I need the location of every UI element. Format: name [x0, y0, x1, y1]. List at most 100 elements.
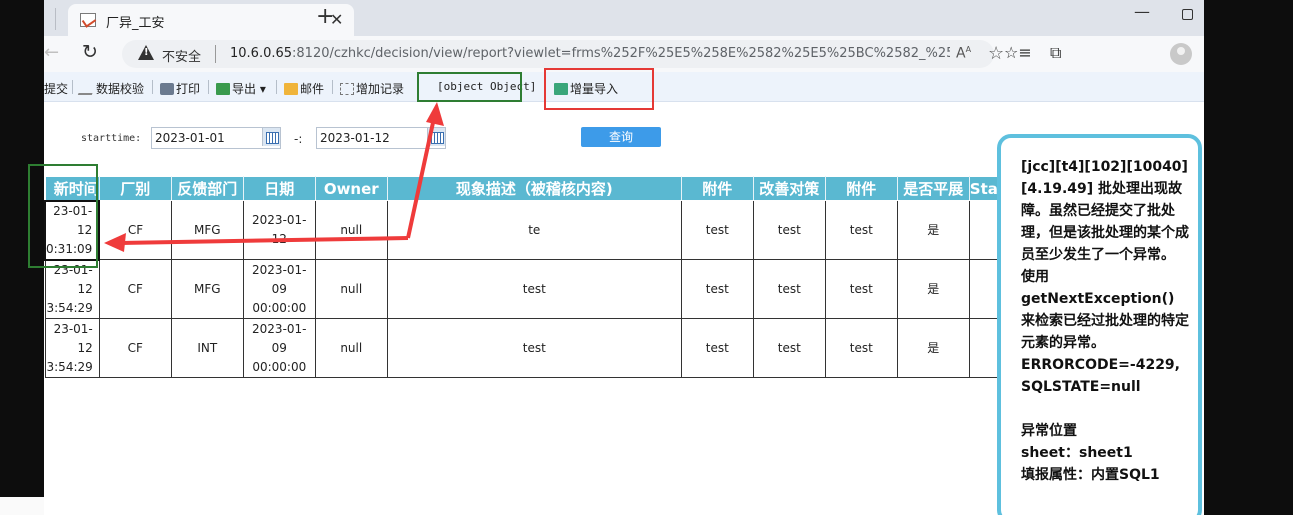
add-record-icon [340, 83, 354, 95]
back-arrow-icon[interactable]: ← [44, 42, 59, 63]
submit-label: 提交 [44, 82, 69, 96]
flattened-cell[interactable]: 是 [896, 318, 970, 378]
mail-label: 邮件 [300, 82, 325, 96]
attachment-cell[interactable]: test [824, 200, 898, 260]
dept-cell[interactable]: MFG [170, 200, 244, 260]
improvement-cell[interactable]: test [752, 200, 826, 260]
security-status-text[interactable]: 不安全 [162, 46, 201, 65]
query-button[interactable]: 查询 [581, 127, 661, 147]
submit-button[interactable]: 提交 [44, 80, 68, 97]
factory-cell[interactable]: CF [98, 200, 172, 260]
new-tab-button[interactable]: + [316, 4, 334, 29]
column-header: 附件 [824, 176, 898, 201]
table-row: 23-01- 12 3:54:29 CF INT 2023-01- 09 00:00:0… [44, 318, 1006, 378]
favorites-icon[interactable]: ☆≡ [1004, 43, 1032, 62]
export-icon [216, 83, 230, 95]
column-header: 是否平展 [896, 176, 970, 201]
cell-line: 00:00:00 [252, 359, 307, 374]
date-cell[interactable]: 2023-01- 12 [242, 200, 316, 260]
attachment-cell[interactable]: test [680, 259, 754, 319]
print-label: 打印 [176, 82, 201, 96]
maximize-window-icon[interactable] [1182, 9, 1193, 20]
dept-cell[interactable]: MFG [170, 259, 244, 319]
improvement-cell[interactable]: test [752, 318, 826, 378]
attachment-cell[interactable]: test [824, 318, 898, 378]
cell-line: 2023-01- [252, 321, 307, 336]
owner-cell[interactable]: null [314, 200, 388, 260]
owner-cell[interactable]: null [314, 318, 388, 378]
left-window-edge [0, 497, 44, 515]
error-message: [jcc][t4][102][10040][4.19.49] 批处理出现故障。虽… [1021, 156, 1191, 486]
table-row: 23-01- 12 0:31:09 CF MFG 2023-01- 12 null t… [43, 199, 1006, 261]
description-cell[interactable]: test [386, 318, 682, 378]
report-favicon-icon [80, 13, 96, 27]
annotation-red-box [544, 68, 654, 110]
date-cell[interactable]: 2023-01- 09 00:00:00 [242, 259, 316, 319]
toolbar-divider [276, 80, 277, 94]
add-record-button[interactable]: 增加记录 [340, 80, 404, 97]
cell-line: 2023-01- [252, 213, 307, 227]
column-header: 厂别 [98, 176, 172, 201]
screenshot-root: 厂异_工安 ✕ + — ← ↻ 不安全 10.6.0.65:8120/czhkc… [0, 0, 1293, 515]
cell-line: 09 [271, 281, 287, 296]
mail-icon [284, 83, 298, 95]
previous-tab-edge[interactable] [44, 8, 56, 30]
report-table: 新时间 厂别 反馈部门 日期 Owner 现象描述（被稽核内容) 附件 改善对策… [43, 176, 1006, 378]
column-header: 改善对策 [752, 176, 826, 201]
owner-cell[interactable]: null [314, 259, 388, 319]
improvement-cell[interactable]: test [752, 259, 826, 319]
description-cell[interactable]: te [386, 200, 682, 260]
error-line: [jcc][t4][102][10040][4.19.49] 批处理出现故障。虽… [1021, 159, 1189, 263]
printer-icon [160, 83, 174, 95]
dept-cell[interactable]: INT [170, 318, 244, 378]
browser-tab-bar: 厂异_工安 ✕ + — [44, 0, 1204, 36]
update-time-cell[interactable]: 23-01- 12 3:54:29 [44, 259, 100, 319]
data-validate-button[interactable]: 数据校验 [77, 80, 145, 97]
export-label: 导出 [232, 82, 257, 96]
cell-line: 12 [77, 340, 93, 355]
refresh-icon[interactable]: ↻ [82, 41, 98, 63]
add-favorite-icon[interactable]: ☆ [988, 43, 1004, 64]
address-bar[interactable]: 不安全 10.6.0.65:8120/czhkc/decision/view/r… [122, 40, 1004, 68]
error-line: 使用 [1021, 269, 1049, 285]
minimize-window-icon[interactable]: — [1134, 2, 1150, 21]
collections-icon[interactable]: ⧉ [1050, 43, 1061, 63]
export-button[interactable]: 导出 ▾ [216, 80, 266, 97]
cell-line: 3:54:29 [46, 300, 93, 315]
chevron-down-icon: ▾ [259, 82, 266, 96]
mail-button[interactable]: 邮件 [284, 80, 324, 97]
data-validate-label: 数据校验 [96, 82, 145, 96]
attachment-cell[interactable]: test [680, 318, 754, 378]
description-cell[interactable]: test [386, 259, 682, 319]
address-divider [215, 45, 216, 63]
date-cell[interactable]: 2023-01- 09 00:00:00 [242, 318, 316, 378]
calendar-icon[interactable] [262, 128, 280, 146]
browser-navigation-bar: ← ↻ 不安全 10.6.0.65:8120/czhkc/decision/vi… [44, 36, 1204, 72]
cell-line: 3:54:29 [46, 359, 93, 374]
attachment-cell[interactable]: test [680, 200, 754, 260]
profile-avatar[interactable] [1170, 43, 1192, 65]
cell-line: 00:00:00 [252, 300, 307, 315]
column-header: 附件 [680, 176, 754, 201]
error-line [1021, 398, 1191, 420]
table-header-row: 新时间 厂别 反馈部门 日期 Owner 现象描述（被稽核内容) 附件 改善对策… [44, 176, 1006, 201]
error-line: 异常位置 [1021, 423, 1077, 439]
toolbar-divider [72, 80, 73, 94]
flattened-cell[interactable]: 是 [896, 200, 970, 260]
flattened-cell[interactable]: 是 [896, 259, 970, 319]
print-button[interactable]: 打印 [160, 80, 200, 97]
range-separator: -: [294, 132, 303, 146]
update-time-cell[interactable]: 23-01- 12 3:54:29 [44, 318, 100, 378]
address-url[interactable]: 10.6.0.65:8120/czhkc/decision/view/repor… [230, 46, 950, 61]
attachment-cell[interactable]: test [824, 259, 898, 319]
annotation-green-box [417, 72, 522, 102]
factory-cell[interactable]: CF [98, 259, 172, 319]
read-aloud-icon[interactable]: AA [956, 45, 971, 62]
error-line: ERRORCODE=-4229, [1021, 357, 1180, 373]
toolbar-divider [152, 80, 153, 94]
browser-tab-active[interactable]: 厂异_工安 ✕ [68, 4, 354, 36]
factory-cell[interactable]: CF [98, 318, 172, 378]
starttime-label: starttime: [81, 133, 142, 144]
error-line: getNextException() [1021, 291, 1175, 307]
calendar-icon[interactable] [427, 128, 445, 146]
